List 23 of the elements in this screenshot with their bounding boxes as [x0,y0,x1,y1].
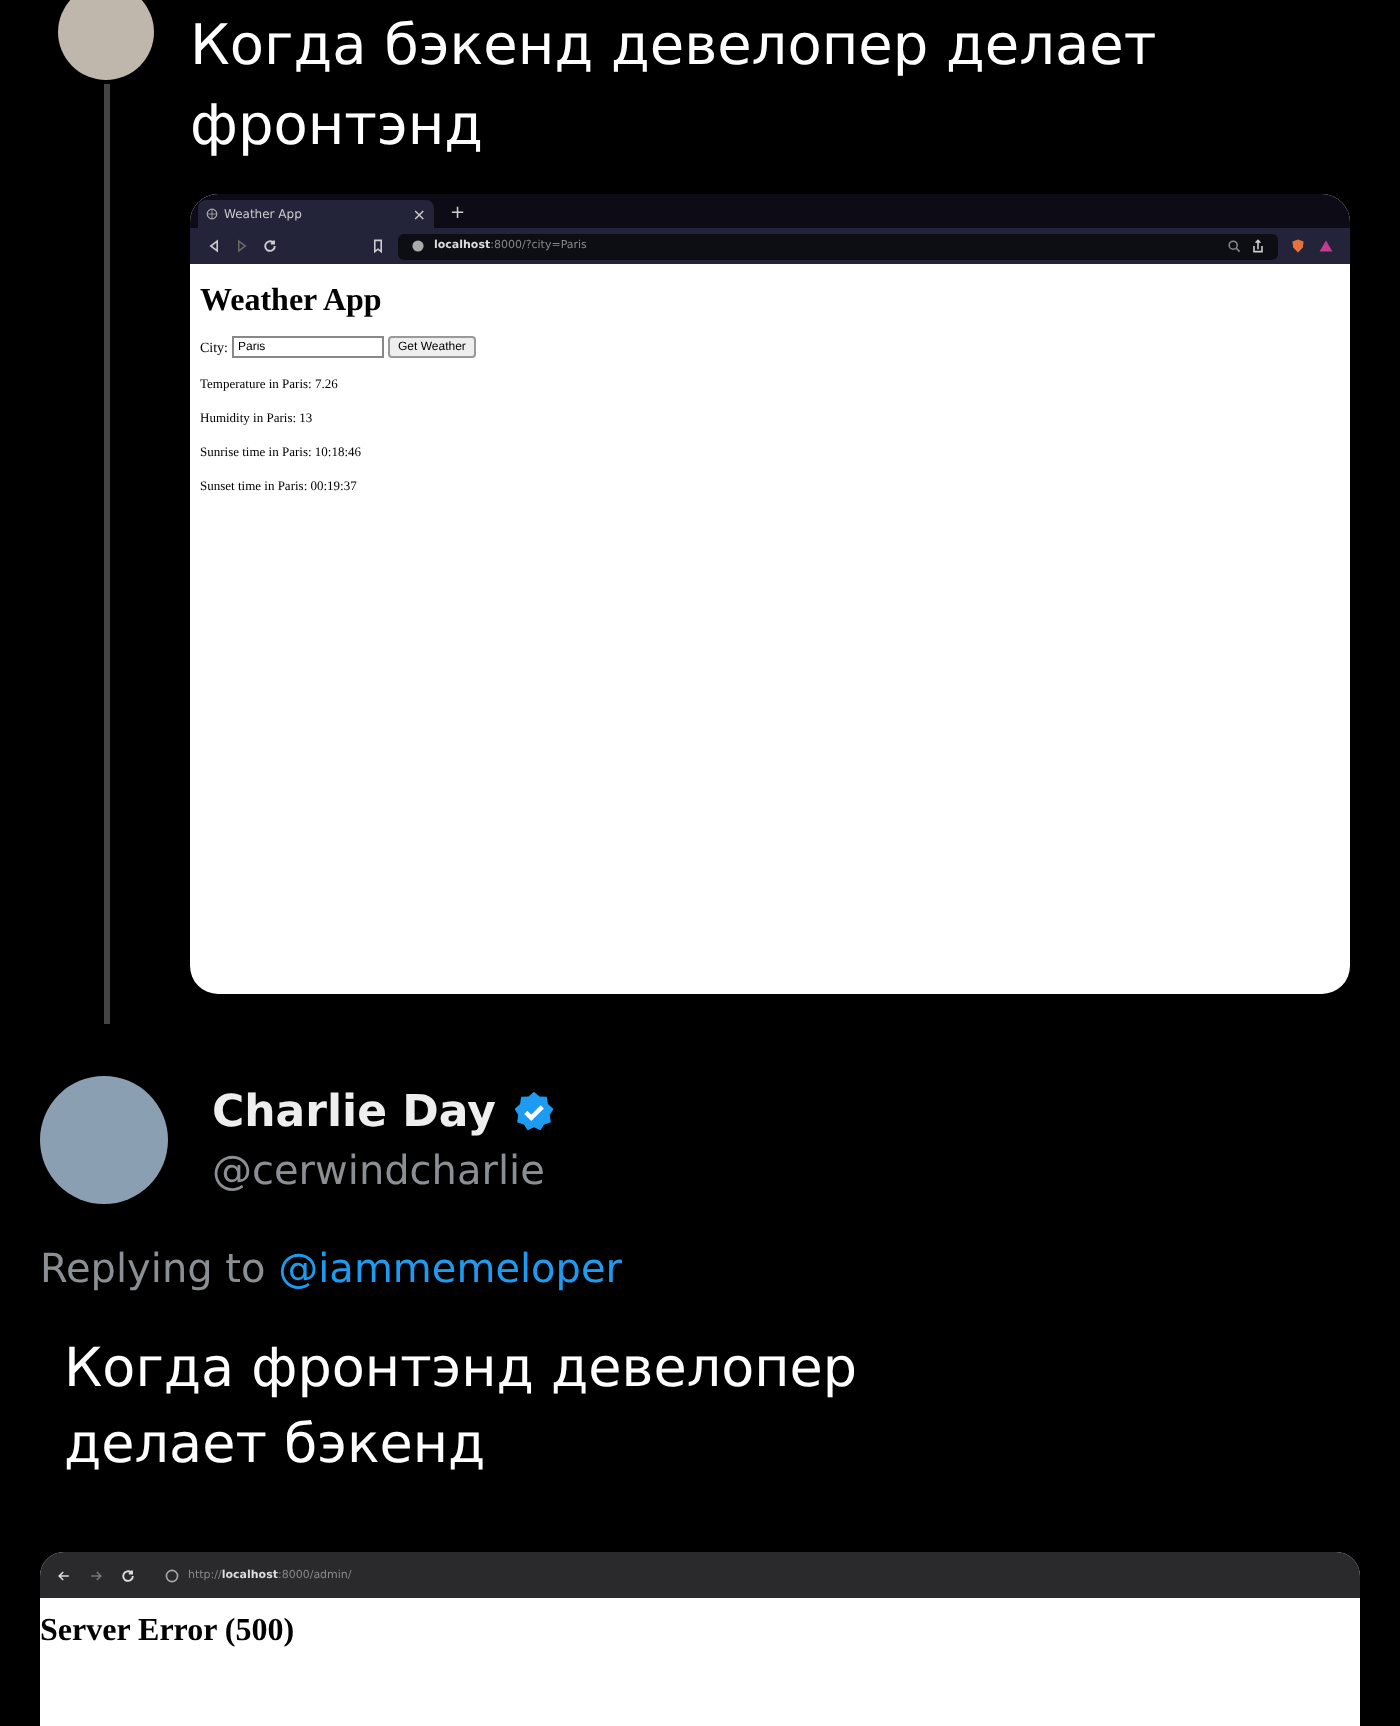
zoom-icon[interactable] [1226,238,1242,254]
bookmark-icon[interactable] [370,238,386,254]
user-handle[interactable]: @cerwindcharlie [212,1145,556,1193]
triangle-icon[interactable] [1318,238,1334,254]
back-icon[interactable] [56,1567,72,1583]
globe-icon [206,208,218,220]
avatar-placeholder[interactable] [58,0,154,80]
mention-link[interactable]: @iammemeloper [278,1244,623,1292]
user-name[interactable]: Charlie Day [212,1087,496,1137]
forward-icon[interactable] [234,238,250,254]
new-tab-button[interactable]: + [450,204,466,224]
reply-text: Когда фронтэнд девелопер делает бэкенд [62,1336,859,1480]
page-heading: Weather App [200,284,384,320]
tab-close-button[interactable]: × [412,205,426,223]
back-icon[interactable] [206,238,222,254]
forward-icon[interactable] [88,1567,104,1583]
share-icon[interactable] [1250,238,1266,254]
shield-icon[interactable] [1290,238,1306,254]
error-heading: Server Error (500) [40,1612,297,1650]
reload-icon[interactable] [262,238,278,254]
post-text: Когда бэкенд девелопер делает фронтэнд [190,10,1159,162]
replying-to-text: Replying to @iammemeloper [38,1242,625,1292]
reload-icon[interactable] [120,1567,136,1583]
